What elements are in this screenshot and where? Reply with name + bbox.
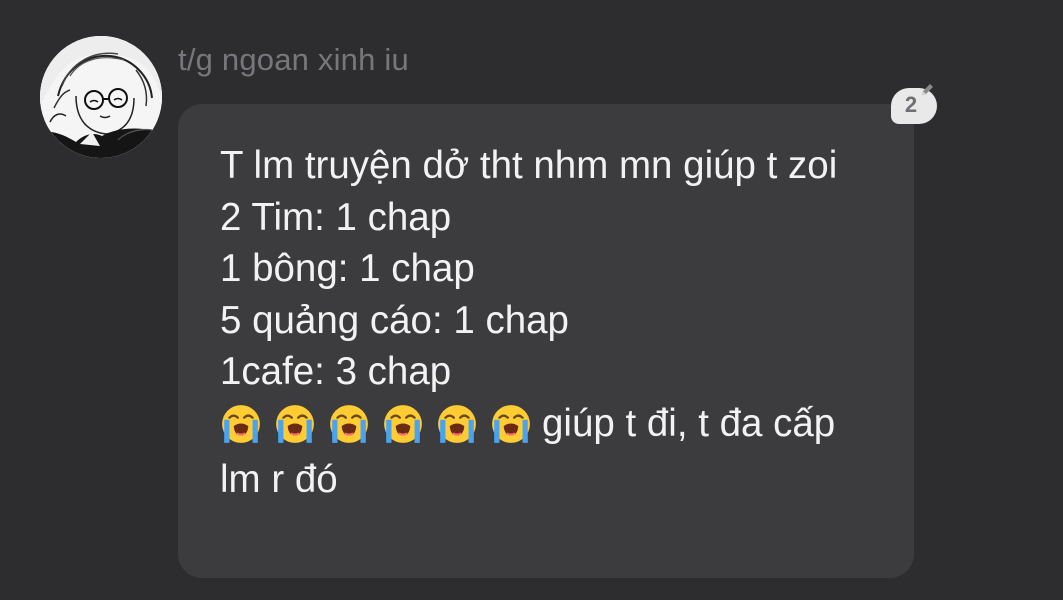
message-bubble[interactable]: T lm truyện dở tht nhm mn giúp t zoi 2 T… bbox=[178, 104, 914, 578]
avatar-image bbox=[40, 36, 162, 158]
sender-name: t/g ngoan xinh iu bbox=[178, 42, 409, 77]
loudly-crying-face-icon bbox=[276, 404, 314, 443]
loudly-crying-face-icon bbox=[384, 404, 422, 443]
avatar[interactable] bbox=[40, 36, 162, 158]
message-line: T lm truyện dở tht nhm mn giúp t zoi bbox=[220, 144, 838, 187]
message-line: 1 bông: 1 chap bbox=[220, 247, 475, 290]
message-line: 5 quảng cáo: 1 chap bbox=[220, 298, 569, 342]
loudly-crying-face-icon bbox=[438, 404, 476, 443]
edit-count-badge[interactable]: 2 bbox=[891, 84, 937, 124]
pencil-icon bbox=[919, 82, 935, 103]
message-line: 2 Tim: 1 chap bbox=[220, 195, 452, 239]
loudly-crying-face-icon bbox=[222, 404, 260, 443]
message-line-closing: giúp t đi, t đa cấp lm r đó bbox=[220, 398, 880, 506]
loudly-crying-face-icon bbox=[330, 404, 368, 443]
message-line: 1cafe: 3 chap bbox=[220, 350, 452, 393]
message-text: T lm truyện dở tht nhm mn giúp t zoi 2 T… bbox=[220, 140, 880, 506]
loudly-crying-face-icon bbox=[492, 404, 530, 443]
emoji-group bbox=[220, 403, 532, 455]
